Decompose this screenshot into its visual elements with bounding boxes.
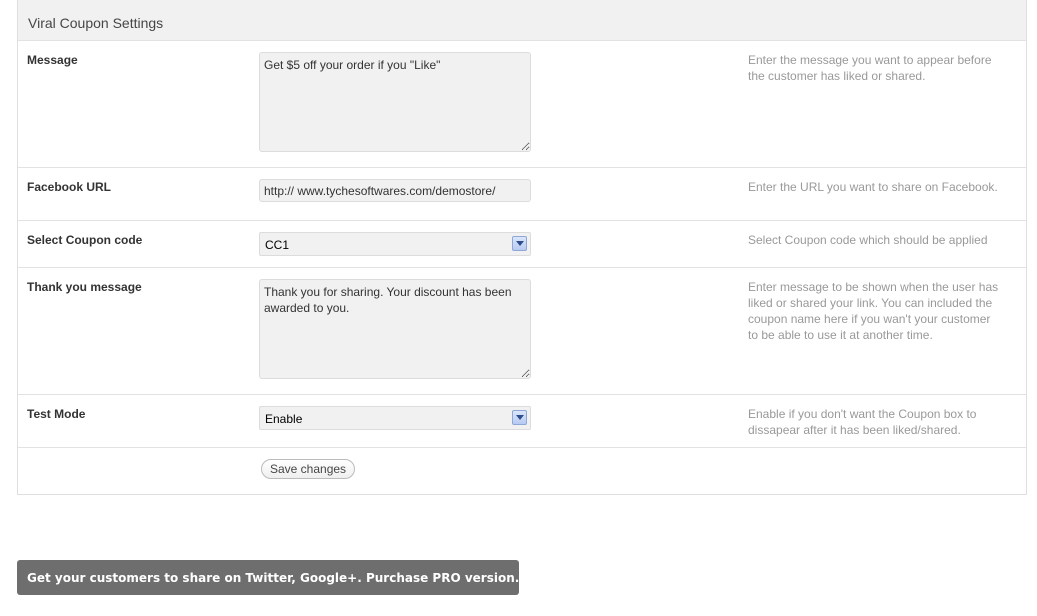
settings-row-actions: Save changes	[18, 448, 1026, 495]
test-mode-description: Enable if you don't want the Coupon box …	[748, 407, 977, 437]
chevron-down-icon[interactable]	[512, 236, 527, 251]
save-changes-button[interactable]: Save changes	[261, 459, 356, 479]
facebook-url-label: Facebook URL	[27, 180, 112, 194]
settings-row-test-mode: Test Mode Enable Enable if you don't wan…	[18, 395, 1026, 448]
thank-you-textarea[interactable]: Thank you for sharing. Your discount has…	[259, 279, 531, 379]
test-mode-field-wrap: Enable	[259, 406, 531, 430]
message-textarea[interactable]: Get $5 off your order if you "Like"	[259, 52, 531, 152]
thank-you-description: Enter message to be shown when the user …	[748, 280, 999, 342]
settings-panel: Viral Coupon Settings Message Get $5 off…	[17, 0, 1027, 495]
facebook-url-field-wrap	[259, 179, 531, 202]
coupon-code-selected-value: CC1	[265, 238, 290, 252]
chevron-down-icon[interactable]	[512, 410, 527, 425]
settings-row-message: Message Get $5 off your order if you "Li…	[18, 41, 1026, 168]
facebook-url-description: Enter the URL you want to share on Faceb…	[748, 180, 998, 194]
message-label: Message	[27, 53, 78, 67]
panel-title: Viral Coupon Settings	[18, 0, 1026, 41]
settings-row-coupon-code: Select Coupon code CC1 Select Coupon cod…	[18, 221, 1026, 268]
test-mode-label: Test Mode	[27, 407, 86, 421]
coupon-code-field-wrap: CC1	[259, 232, 531, 256]
facebook-url-input[interactable]	[259, 179, 531, 202]
thank-you-field-wrap: Thank you for sharing. Your discount has…	[259, 279, 531, 384]
message-description: Enter the message you want to appear bef…	[748, 53, 992, 83]
thank-you-label: Thank you message	[27, 280, 142, 294]
settings-row-thank-you: Thank you message Thank you for sharing.…	[18, 268, 1026, 395]
test-mode-select[interactable]: Enable	[259, 406, 531, 430]
coupon-code-select[interactable]: CC1	[259, 232, 531, 256]
pro-version-promo-banner[interactable]: Get your customers to share on Twitter, …	[17, 560, 519, 595]
settings-row-facebook-url: Facebook URL Enter the URL you want to s…	[18, 168, 1026, 221]
coupon-code-label: Select Coupon code	[27, 233, 143, 247]
coupon-code-description: Select Coupon code which should be appli…	[748, 233, 988, 247]
message-field-wrap: Get $5 off your order if you "Like"	[259, 52, 531, 157]
test-mode-selected-value: Enable	[265, 412, 303, 426]
